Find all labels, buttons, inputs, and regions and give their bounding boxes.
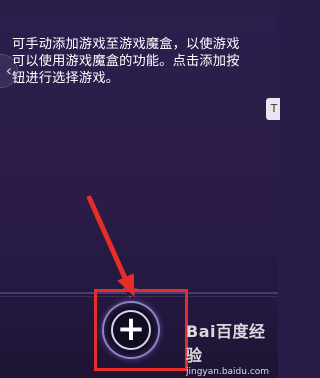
watermark-url: jingyan.baidu.com bbox=[186, 367, 270, 377]
watermark: Bai百度经验 jingyan.baidu.com bbox=[186, 318, 278, 377]
annotation-highlight-box bbox=[94, 289, 188, 371]
top-edge bbox=[0, 0, 278, 14]
instruction-line-3: 钮进行选择游戏。 bbox=[12, 71, 120, 86]
instruction-text: 可手动添加游戏至游戏魔盒，以使游戏 可以使用游戏魔盒的功能。点击添加按 钮进行选… bbox=[12, 36, 274, 87]
instruction-line-2: 可以使用游戏魔盒的功能。点击添加按 bbox=[12, 54, 240, 69]
side-tab[interactable]: T bbox=[266, 98, 280, 120]
game-box-screen: ‹ 可手动添加游戏至游戏魔盒，以使游戏 可以使用游戏魔盒的功能。点击添加按 钮进… bbox=[0, 0, 280, 378]
instruction-line-1: 可手动添加游戏至游戏魔盒，以使游戏 bbox=[12, 37, 240, 52]
watermark-logo: Bai百度经验 bbox=[186, 322, 266, 365]
